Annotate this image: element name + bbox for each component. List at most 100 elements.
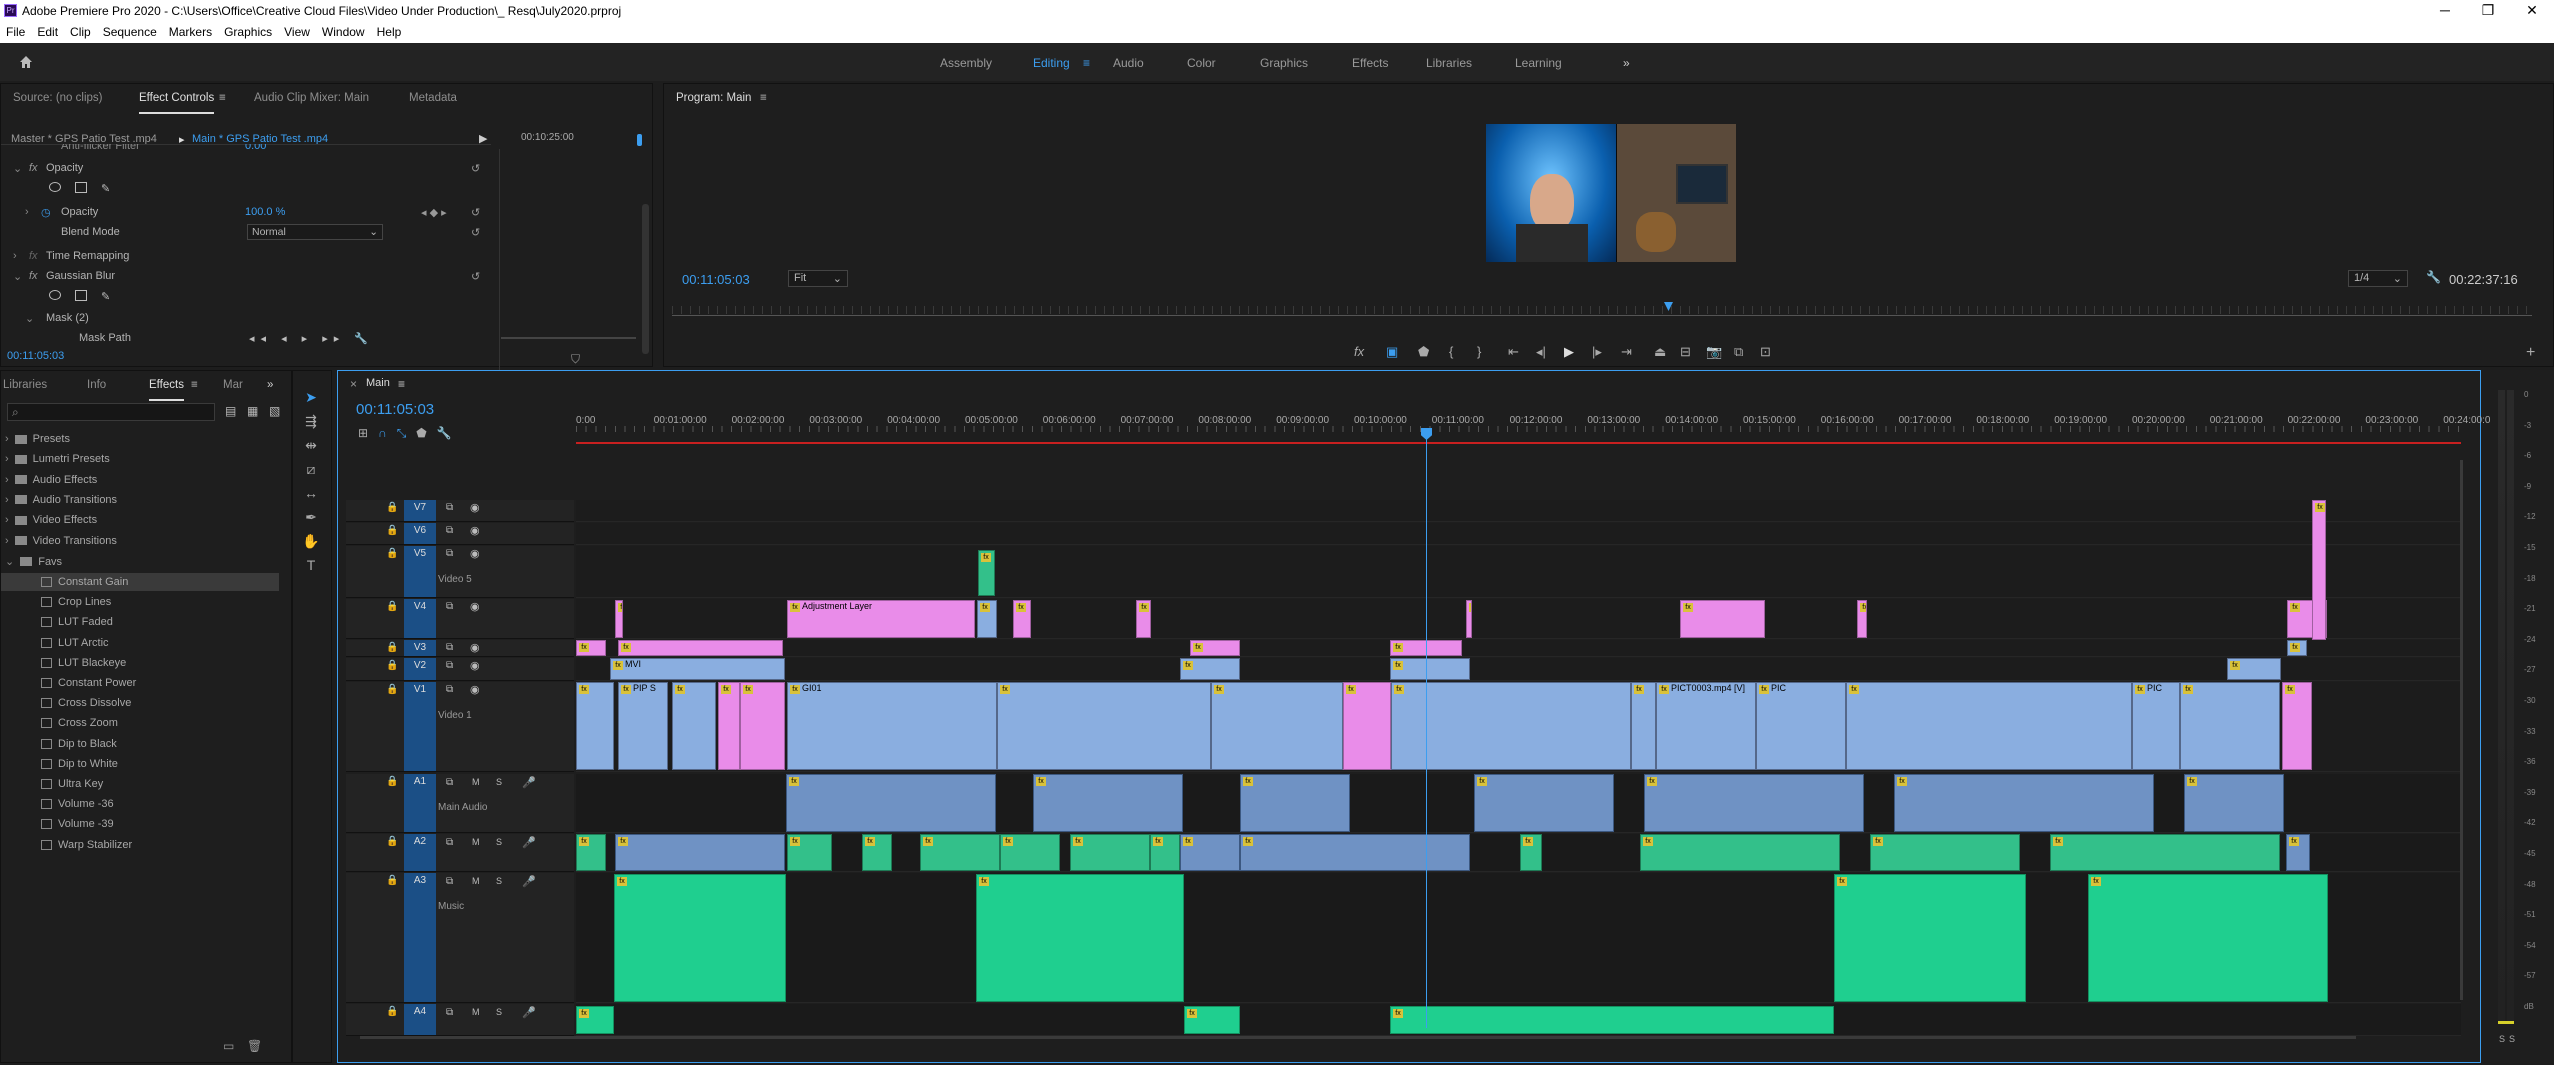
menu-sequence[interactable]: Sequence [97, 22, 163, 39]
timeline-clip[interactable]: fx [1390, 1006, 1834, 1034]
timeline-clip[interactable]: fx [978, 550, 995, 596]
solo-button[interactable]: S [496, 837, 502, 847]
timeline-clip[interactable]: fx [1211, 682, 1343, 770]
resolution-select[interactable]: 1/4 ⌄ [2348, 270, 2408, 287]
home-icon[interactable] [18, 54, 34, 70]
add-marker-icon[interactable]: ⬟ [1418, 344, 1429, 360]
effects-menu-icon[interactable]: ≡ [191, 371, 198, 399]
timeline-clip[interactable]: fx [1390, 658, 1470, 680]
lock-icon[interactable]: 🔒 [386, 660, 398, 671]
mute-button[interactable]: M [472, 837, 480, 847]
timeline-clip[interactable]: fx [920, 834, 1000, 871]
sync-lock-icon[interactable]: ⧉ [446, 601, 453, 612]
extract-icon[interactable]: ⊟ [1680, 344, 1691, 360]
timeline-clip[interactable]: fx [1136, 600, 1151, 638]
lift-icon[interactable]: ⏏ [1654, 344, 1666, 360]
track-header[interactable]: 🔒 V1 ⧉ ◉ Video 1 [346, 682, 574, 772]
tab-markers[interactable]: Mar [223, 371, 243, 399]
ec-timecode[interactable]: 00:11:05:03 [7, 350, 64, 362]
effect-preset-item[interactable]: Constant Gain [1, 573, 279, 591]
mark-in-icon[interactable]: { [1449, 344, 1453, 359]
keyframe-nav-icon[interactable]: ◂ ◆ ▸ [421, 206, 447, 219]
workspace-effects[interactable]: Effects [1352, 56, 1388, 70]
timeline-clip[interactable]: fx [1894, 774, 2154, 832]
program-monitor-title[interactable]: Program: Main [676, 84, 751, 112]
timeline-clip[interactable]: fx [997, 682, 1211, 770]
opacity-value[interactable]: 100.0 % [245, 206, 285, 218]
expand-arrow-icon[interactable]: › [25, 206, 29, 218]
menu-markers[interactable]: Markers [163, 22, 218, 39]
timeline-clip[interactable]: fx [615, 834, 785, 871]
export-frame-icon[interactable]: 📷 [1706, 344, 1722, 360]
menu-edit[interactable]: Edit [31, 22, 64, 39]
timeline-timecode[interactable]: 00:11:05:03 [356, 401, 434, 418]
lock-icon[interactable]: 🔒 [386, 684, 398, 695]
step-forward-icon[interactable]: |▸ [1592, 344, 1602, 360]
timeline-clip[interactable]: fx [2180, 682, 2280, 770]
trash-icon[interactable]: 🗑 [247, 1039, 262, 1053]
hand-tool-icon[interactable]: ✋ [300, 533, 322, 555]
fx-icon[interactable]: fx [29, 162, 38, 174]
expand-arrow-icon[interactable]: › [13, 250, 17, 262]
minimize-button[interactable]: ─ [2425, 2, 2465, 18]
lock-icon[interactable]: 🔒 [386, 601, 398, 612]
timeline-clip[interactable]: fx [862, 834, 892, 871]
yuv-icon[interactable]: ▧ [269, 404, 280, 418]
effects-search-input[interactable]: ⌕ [7, 403, 215, 421]
workspace-libraries[interactable]: Libraries [1426, 56, 1472, 70]
track-select-tool-icon[interactable]: ⇶ [300, 413, 322, 435]
solo-button[interactable]: S [496, 876, 502, 886]
timeline-clip[interactable]: fx [2088, 874, 2328, 1002]
ellipse-mask-icon[interactable] [49, 182, 61, 192]
effect-preset-item[interactable]: LUT Arctic [1, 634, 279, 652]
timeline-clip[interactable]: fx [1070, 834, 1150, 871]
panel-overflow-icon[interactable]: » [267, 371, 273, 399]
pen-mask-icon[interactable]: ✎ [101, 290, 110, 303]
microphone-icon[interactable]: 🎤 [522, 776, 536, 789]
timeline-clip[interactable]: fx [977, 600, 997, 638]
track-target[interactable]: V3 [404, 640, 436, 656]
timeline-clip[interactable]: fx [618, 640, 783, 656]
rectangle-mask-icon[interactable] [75, 182, 87, 193]
timeline-clip[interactable]: fx [976, 874, 1184, 1002]
menu-file[interactable]: File [0, 22, 31, 39]
solo-right-button[interactable]: S [2509, 1034, 2515, 1044]
sync-lock-icon[interactable]: ⧉ [446, 502, 453, 513]
program-timecode[interactable]: 00:11:05:03 [682, 272, 750, 287]
timeline-clip[interactable]: fx [576, 834, 606, 871]
close-tab-icon[interactable]: × [350, 377, 357, 391]
menu-help[interactable]: Help [371, 22, 408, 39]
effects-folder[interactable]: › Video Effects [5, 514, 97, 526]
timeline-clip[interactable]: fx [740, 682, 785, 770]
opacity-reset-icon[interactable]: ↺ [471, 206, 480, 219]
track-target[interactable]: A3 [404, 873, 436, 1002]
sync-lock-icon[interactable]: ⧉ [446, 660, 453, 671]
fx-toggle-icon[interactable]: fx [1354, 344, 1364, 359]
mute-button[interactable]: M [472, 1007, 480, 1017]
solo-left-button[interactable]: S [2499, 1034, 2505, 1044]
sync-lock-icon[interactable]: ⧉ [446, 1007, 453, 1018]
microphone-icon[interactable]: 🎤 [522, 875, 536, 888]
track-header[interactable]: 🔒 V4 ⧉ ◉ [346, 599, 574, 639]
lock-icon[interactable]: 🔒 [386, 525, 398, 536]
timeline-clip[interactable]: fx [2184, 774, 2284, 832]
play-icon[interactable]: ▶ [1564, 344, 1574, 360]
effect-preset-item[interactable]: Ultra Key [1, 775, 279, 793]
microphone-icon[interactable]: 🎤 [522, 1006, 536, 1019]
workspace-editing[interactable]: Editing [1033, 56, 1070, 70]
timeline-clip[interactable]: fx [576, 682, 614, 770]
new-folder-icon[interactable]: ▭ [223, 1039, 234, 1053]
sync-lock-icon[interactable]: ⧉ [446, 642, 453, 653]
timeline-clip[interactable]: fx [1466, 600, 1472, 638]
lock-icon[interactable]: 🔒 [386, 642, 398, 653]
snap-icon[interactable]: ▣ [1386, 344, 1398, 360]
ec-playhead[interactable] [637, 134, 642, 146]
timeline-clip[interactable]: fx [787, 834, 832, 871]
effect-preset-item[interactable]: Cross Zoom [1, 714, 279, 732]
collapse-icon[interactable]: ⌄ [25, 312, 34, 325]
tab-info[interactable]: Info [87, 371, 106, 399]
sync-lock-icon[interactable]: ⧉ [446, 777, 453, 788]
timeline-clip[interactable]: fx [1474, 774, 1614, 832]
eye-icon[interactable]: ◉ [470, 501, 480, 514]
timeline-clip[interactable]: fx [1834, 874, 2026, 1002]
